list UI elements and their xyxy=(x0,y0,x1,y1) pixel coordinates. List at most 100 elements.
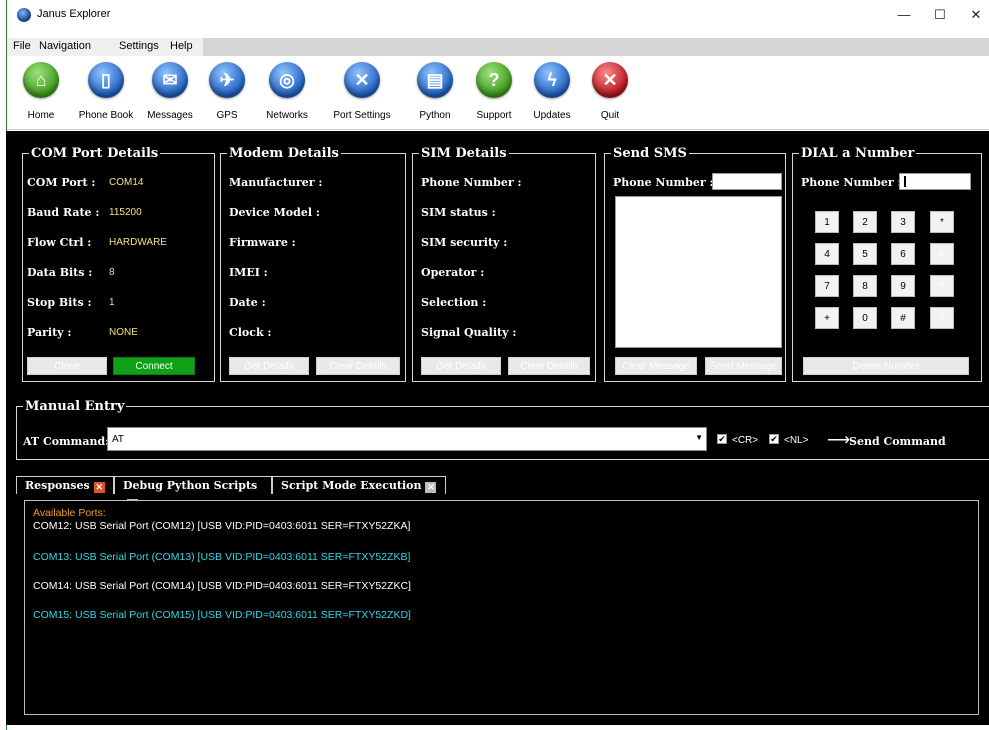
dial-phone-number-input[interactable] xyxy=(899,173,971,190)
tab-close-icon[interactable]: ✕ xyxy=(425,482,437,493)
dial-key-5[interactable]: 5 xyxy=(853,243,877,265)
modem-details-group: Modem Details Manufacturer : Device Mode… xyxy=(220,146,406,382)
modem-get-details-button[interactable]: Get Details xyxy=(229,357,309,375)
firmware-label: Firmware : xyxy=(229,236,296,249)
sim-status-label: SIM status : xyxy=(421,206,496,219)
flow-ctrl-label: Flow Ctrl : xyxy=(27,236,92,249)
tab-script-mode-label: Script Mode Execution xyxy=(281,479,422,492)
send-message-button[interactable]: Send Message xyxy=(705,357,782,375)
console-line: COM14: USB Serial Port (COM14) [USB VID:… xyxy=(33,580,411,592)
dial-key-s[interactable]: S xyxy=(930,275,954,297)
baud-rate-value: 115200 xyxy=(109,207,142,218)
dial-key-9[interactable]: 9 xyxy=(891,275,915,297)
dial-key-4[interactable]: 4 xyxy=(815,243,839,265)
delete-number-button[interactable]: Delete Number xyxy=(803,357,969,375)
menu-settings[interactable]: Settings xyxy=(119,40,159,52)
dial-key-plus[interactable]: + xyxy=(815,307,839,329)
dial-number-group: DIAL a Number Phone Number : 1 2 3 * 4 5… xyxy=(792,146,982,382)
toolbar-home-button[interactable]: ⌂ Home xyxy=(11,62,71,121)
toolbar-updates-button[interactable]: ϟ Updates xyxy=(522,62,582,121)
cr-label: <CR> xyxy=(732,435,759,446)
toolbar-messages-button[interactable]: ✉ Messages xyxy=(140,62,200,121)
date-label: Date : xyxy=(229,296,266,309)
toolbar-port-settings-button[interactable]: ✕ Port Settings xyxy=(332,62,392,121)
console-line: COM15: USB Serial Port (COM15) [USB VID:… xyxy=(33,609,411,621)
toolbar-phonebook-button[interactable]: ▯ Phone Book xyxy=(76,62,136,121)
console-line: COM12: USB Serial Port (COM12) [USB VID:… xyxy=(33,520,411,532)
nl-checkbox[interactable]: ✔ xyxy=(769,434,779,444)
sim-clear-details-button[interactable]: Clear Details xyxy=(508,357,590,375)
nl-label: <NL> xyxy=(784,435,809,446)
tab-close-icon[interactable]: ✕ xyxy=(93,482,105,493)
console-header: Available Ports: xyxy=(33,507,106,519)
dial-key-3[interactable]: 3 xyxy=(891,211,915,233)
at-command-combobox[interactable]: AT ▼ xyxy=(107,427,707,451)
menu-navigation[interactable]: Navigation xyxy=(39,40,91,52)
chevron-down-icon[interactable]: ▼ xyxy=(695,433,703,442)
at-command-value: AT xyxy=(112,434,125,445)
window-title: Janus Explorer xyxy=(37,8,111,20)
console-line: COM13: USB Serial Port (COM13) [USB VID:… xyxy=(33,551,411,563)
sim-phone-number-label: Phone Number : xyxy=(421,176,522,189)
satellite-icon: ✈ xyxy=(209,62,245,98)
sim-security-label: SIM security : xyxy=(421,236,508,249)
lightning-icon: ϟ xyxy=(534,62,570,98)
maximize-button[interactable]: ☐ xyxy=(925,4,955,26)
phone-icon: ▯ xyxy=(88,62,124,98)
text-cursor xyxy=(904,176,906,187)
tools-icon: ✕ xyxy=(344,62,380,98)
sim-details-group: SIM Details Phone Number : SIM status : … xyxy=(412,146,596,382)
dial-key-0[interactable]: 0 xyxy=(853,307,877,329)
toolbar-updates-label: Updates xyxy=(533,110,571,121)
close-window-button[interactable]: ✕ xyxy=(961,4,989,26)
dial-key-hash[interactable]: # xyxy=(891,307,915,329)
toolbar-support-button[interactable]: ? Support xyxy=(464,62,524,121)
tab-responses[interactable]: Responses ✕ xyxy=(16,476,114,494)
app-logo-icon xyxy=(17,8,31,22)
sms-phone-number-input[interactable] xyxy=(712,173,782,190)
flow-ctrl-value: HARDWARE xyxy=(109,237,167,248)
menu-bar: File Navigation Settings Help xyxy=(7,38,989,56)
send-command-button[interactable]: Send Command xyxy=(849,435,946,448)
menu-help[interactable]: Help xyxy=(170,40,193,52)
toolbar-quit-button[interactable]: ✕ Quit xyxy=(580,62,640,121)
toolbar-networks-button[interactable]: ◎ Networks xyxy=(257,62,317,121)
selection-label: Selection : xyxy=(421,296,487,309)
dial-key-1[interactable]: 1 xyxy=(815,211,839,233)
dial-key-extra[interactable]: 0 xyxy=(930,307,954,329)
clock-label: Clock : xyxy=(229,326,272,339)
dial-key-star[interactable]: * xyxy=(930,211,954,233)
toolbar-gps-button[interactable]: ✈ GPS xyxy=(197,62,257,121)
cr-checkbox[interactable]: ✔ xyxy=(717,434,727,444)
dial-key-7[interactable]: 7 xyxy=(815,275,839,297)
home-icon: ⌂ xyxy=(23,62,59,98)
manual-entry-group: Manual Entry AT Command: AT ▼ ✔ <CR> ✔ <… xyxy=(16,399,989,460)
dial-number-title: DIAL a Number xyxy=(799,146,917,161)
imei-label: IMEI : xyxy=(229,266,268,279)
dial-key-6[interactable]: 6 xyxy=(891,243,915,265)
data-bits-value: 8 xyxy=(109,267,115,278)
dial-key-r[interactable]: R xyxy=(930,243,954,265)
responses-console[interactable]: Available Ports: COM12: USB Serial Port … xyxy=(24,500,979,715)
close-port-button[interactable]: Close xyxy=(27,357,107,375)
toolbar-home-label: Home xyxy=(27,110,55,121)
sim-details-title: SIM Details xyxy=(419,146,509,161)
dial-key-2[interactable]: 2 xyxy=(853,211,877,233)
clear-message-button[interactable]: Clear Message xyxy=(615,357,697,375)
title-bar: Janus Explorer — ☐ ✕ xyxy=(7,0,989,30)
connect-button[interactable]: Connect xyxy=(113,357,195,375)
toolbar-networks-label: Networks xyxy=(266,110,308,121)
sim-get-details-button[interactable]: Get Details xyxy=(421,357,501,375)
tab-debug-label: Debug Python Scripts xyxy=(123,479,258,492)
tab-script-mode-execution[interactable]: Script Mode Execution ✕ xyxy=(272,476,446,494)
operator-label: Operator : xyxy=(421,266,485,279)
minimize-button[interactable]: — xyxy=(889,4,919,26)
dial-key-8[interactable]: 8 xyxy=(853,275,877,297)
com-port-group: COM Port Details COM Port : COM14 Baud R… xyxy=(22,146,215,382)
menu-file[interactable]: File xyxy=(13,40,31,52)
toolbar-python-button[interactable]: ▤ Python xyxy=(405,62,465,121)
tab-debug-python-scripts[interactable]: Debug Python Scripts✕ xyxy=(114,476,272,510)
sms-message-textarea[interactable] xyxy=(615,196,782,348)
modem-clear-details-button[interactable]: Clear Details xyxy=(316,357,400,375)
toolbar-gps-label: GPS xyxy=(216,110,238,121)
